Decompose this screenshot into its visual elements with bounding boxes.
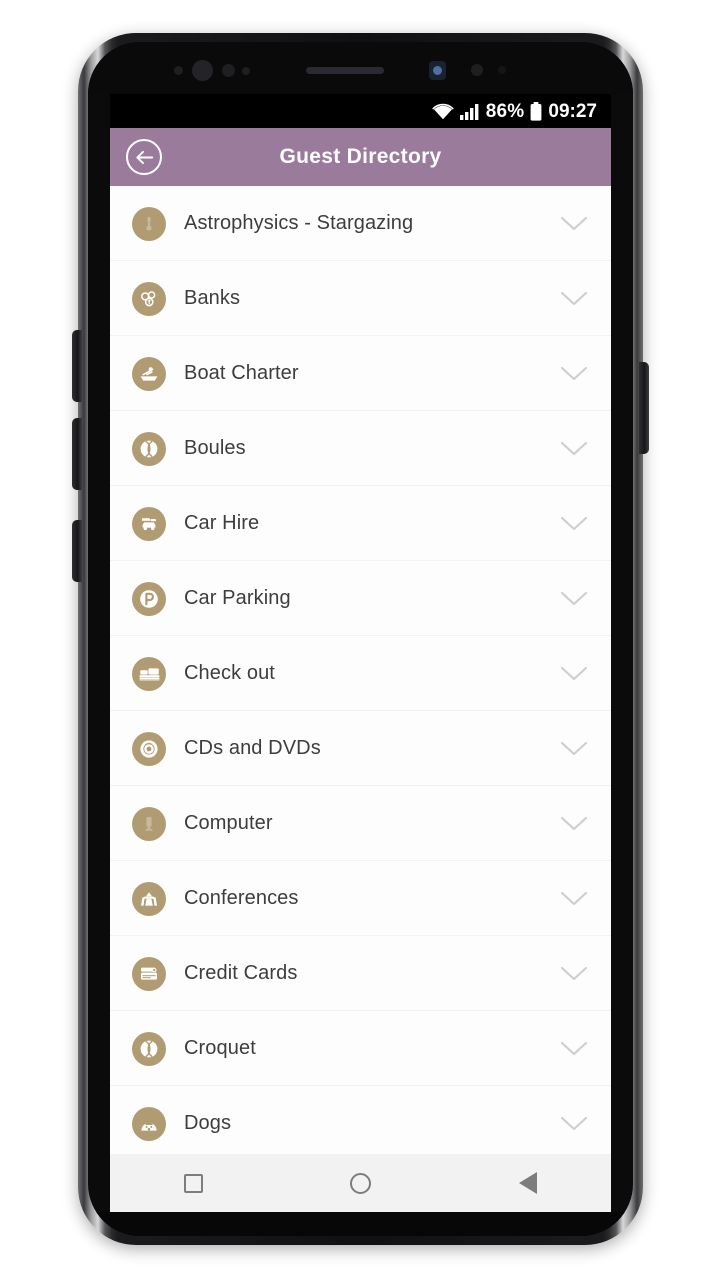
list-item[interactable]: Car Parking — [110, 561, 611, 636]
screenshot-stage: 86% 09:27 Guest Directory Astrophysics -… — [0, 0, 720, 1280]
list-item[interactable]: Banks — [110, 261, 611, 336]
bottom-bezel — [88, 1212, 633, 1236]
list-item-label: Computer — [184, 812, 273, 834]
credit-card-icon — [132, 956, 166, 991]
ball-icon — [132, 431, 166, 466]
chevron-down-icon[interactable] — [557, 732, 591, 766]
coins-icon — [132, 281, 166, 316]
list-item-label: Conferences — [184, 887, 299, 909]
list-item[interactable]: Boat Charter — [110, 336, 611, 411]
circle-home-icon[interactable] — [334, 1163, 388, 1203]
chevron-down-icon[interactable] — [557, 957, 591, 991]
chevron-down-icon[interactable] — [557, 432, 591, 466]
telescope-icon — [132, 206, 166, 241]
compact-disc-icon — [132, 731, 166, 766]
list-item-label: Car Hire — [184, 512, 260, 534]
list-item-label: Car Parking — [184, 587, 291, 609]
list-item[interactable]: Astrophysics - Stargazing — [110, 186, 611, 261]
front-camera-icon — [429, 61, 446, 80]
list-item-label: Croquet — [184, 1037, 256, 1059]
list-item-label: Dogs — [184, 1112, 232, 1134]
list-item[interactable]: Credit Cards — [110, 936, 611, 1011]
chevron-down-icon[interactable] — [557, 207, 591, 241]
list-item[interactable]: Croquet — [110, 1011, 611, 1086]
list-item[interactable]: Check out — [110, 636, 611, 711]
guest-directory-list[interactable]: Astrophysics - Stargazing Banks Boat Chart… — [110, 186, 611, 1154]
list-item-label: Banks — [184, 287, 241, 309]
list-item[interactable]: Conferences — [110, 861, 611, 936]
list-item-label: Check out — [184, 662, 275, 684]
list-item[interactable]: Car Hire — [110, 486, 611, 561]
rowing-boat-icon — [132, 356, 166, 391]
chevron-down-icon[interactable] — [557, 282, 591, 316]
parking-p-icon — [132, 581, 166, 616]
chevron-down-icon[interactable] — [557, 507, 591, 541]
chevron-down-icon[interactable] — [557, 357, 591, 391]
square-recents-icon[interactable] — [167, 1163, 221, 1203]
back-arrow-circle-icon[interactable] — [126, 139, 162, 175]
chevron-down-icon[interactable] — [557, 807, 591, 841]
iris-scanner-icon — [192, 60, 213, 81]
list-item-label: Boat Charter — [184, 362, 299, 384]
chevron-down-icon[interactable] — [557, 882, 591, 916]
chevron-down-icon[interactable] — [557, 1107, 591, 1141]
led-indicator-icon — [242, 67, 250, 75]
bed-icon — [132, 656, 166, 691]
power-button[interactable] — [639, 362, 649, 454]
lectern-icon — [132, 881, 166, 916]
earpiece-speaker — [306, 67, 384, 74]
battery-percent-label: 86% — [485, 100, 525, 122]
top-bezel — [88, 42, 633, 94]
list-item-label: Boules — [184, 437, 246, 459]
sensor-secondary-icon — [471, 64, 483, 76]
list-item[interactable]: Computer — [110, 786, 611, 861]
assistant-button[interactable] — [72, 520, 82, 582]
chevron-down-icon[interactable] — [557, 582, 591, 616]
app-bar: Guest Directory — [110, 128, 611, 186]
battery-icon — [530, 101, 542, 121]
volume-down-button[interactable] — [72, 418, 82, 490]
page-title: Guest Directory — [279, 145, 442, 168]
ball-icon — [132, 1031, 166, 1066]
status-bar: 86% 09:27 — [110, 94, 611, 128]
list-item[interactable]: CDs and DVDs — [110, 711, 611, 786]
sensor-tertiary-icon — [498, 66, 506, 74]
status-bar-clock: 09:27 — [548, 100, 597, 122]
wifi-icon — [432, 103, 454, 120]
phone-body: 86% 09:27 Guest Directory Astrophysics -… — [88, 42, 633, 1236]
volume-up-button[interactable] — [72, 330, 82, 402]
list-item-label: Astrophysics - Stargazing — [184, 212, 414, 234]
dog-icon — [132, 1106, 166, 1141]
computer-icon — [132, 806, 166, 841]
list-item-label: CDs and DVDs — [184, 737, 321, 759]
cellular-signal-icon — [459, 103, 480, 120]
android-nav-bar — [110, 1154, 611, 1212]
car-icon — [132, 506, 166, 541]
chevron-down-icon[interactable] — [557, 657, 591, 691]
list-item[interactable]: Boules — [110, 411, 611, 486]
triangle-back-icon[interactable] — [501, 1163, 555, 1203]
list-item-label: Credit Cards — [184, 962, 298, 984]
chevron-down-icon[interactable] — [557, 1032, 591, 1066]
light-sensor-icon — [222, 64, 235, 77]
list-item[interactable]: Dogs — [110, 1086, 611, 1154]
phone-screen: 86% 09:27 Guest Directory Astrophysics -… — [110, 94, 611, 1154]
proximity-sensor-icon — [174, 66, 183, 75]
